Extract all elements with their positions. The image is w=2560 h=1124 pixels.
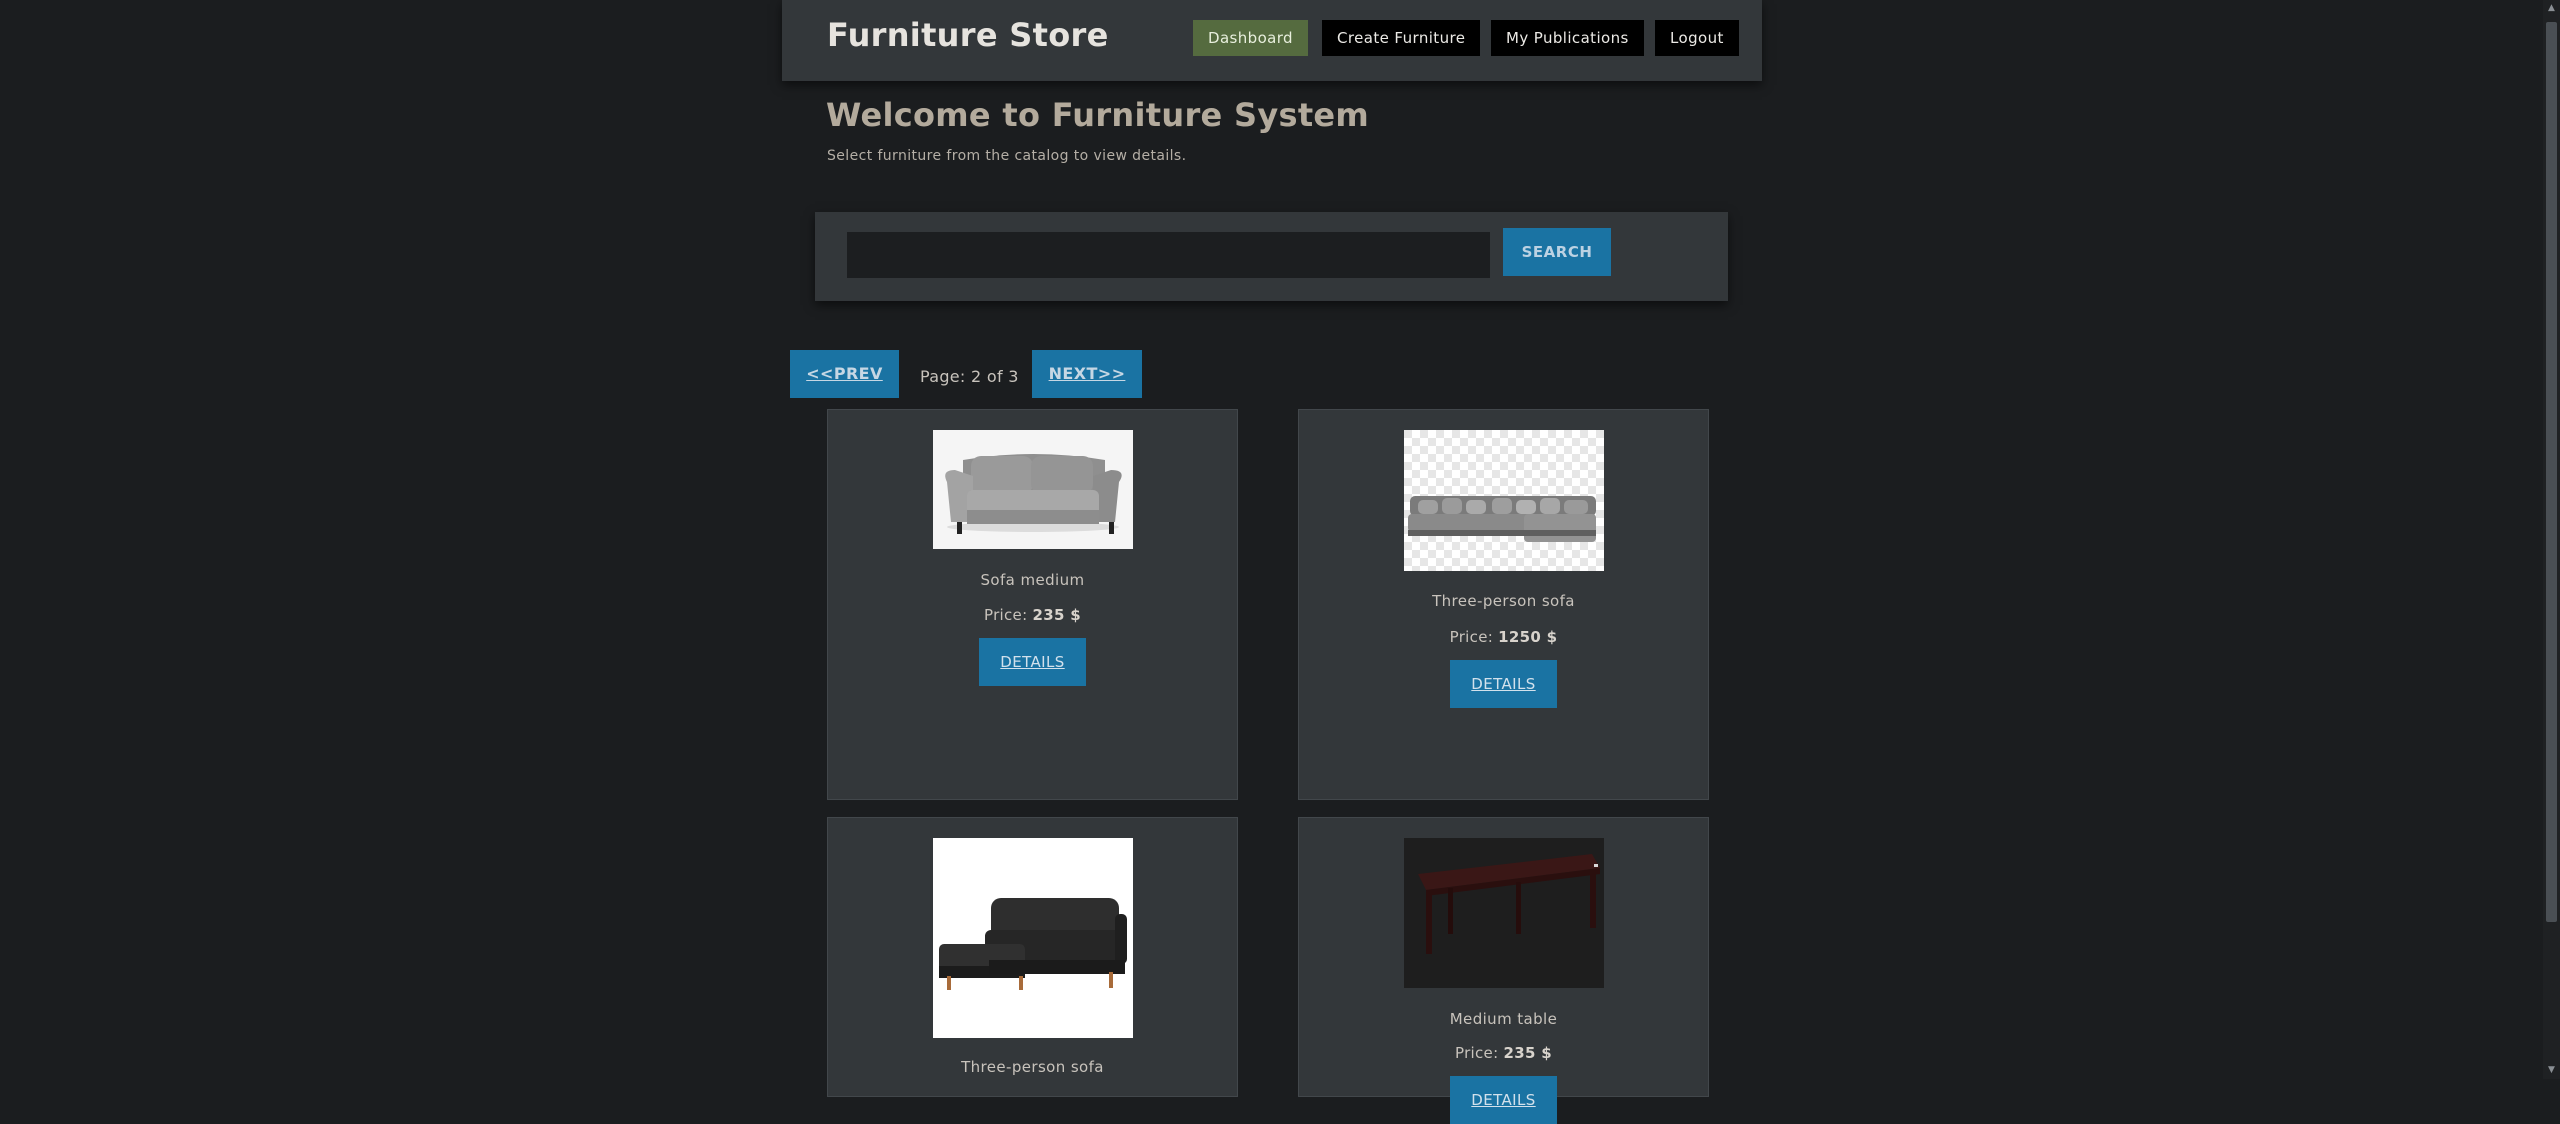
next-page-button[interactable]: NEXT>> xyxy=(1032,350,1142,398)
price-prefix: Price: xyxy=(1454,1044,1499,1062)
price-value: 1250 $ xyxy=(1498,628,1558,646)
nav-create-furniture-button[interactable]: Create Furniture xyxy=(1322,20,1481,56)
page-subtitle: Select furniture from the catalog to vie… xyxy=(827,148,1187,164)
furniture-card: Sofa medium Price: 235 $ DETAILS xyxy=(827,409,1238,800)
furniture-card: Three-person sofa xyxy=(827,817,1238,1097)
price-prefix: Price: xyxy=(983,606,1028,624)
details-button[interactable]: DETAILS xyxy=(1450,1076,1557,1124)
nav-my-publications-button[interactable]: My Publications xyxy=(1491,20,1644,56)
search-input[interactable] xyxy=(847,232,1490,278)
furniture-name: Sofa medium xyxy=(980,571,1085,589)
scroll-down-arrow-icon[interactable]: ▼ xyxy=(2543,1062,2560,1079)
search-panel: SEARCH xyxy=(815,212,1728,301)
furniture-card: Medium table Price: 235 $ DETAILS xyxy=(1298,817,1709,1124)
scrollbar-thumb[interactable] xyxy=(2546,22,2557,922)
page-title: Welcome to Furniture System xyxy=(826,96,1370,134)
price-value: 235 $ xyxy=(1503,1044,1552,1062)
furniture-card: Three-person sofa Price: 1250 $ DETAILS xyxy=(1298,409,1709,800)
furniture-name: Medium table xyxy=(1449,1010,1558,1028)
furniture-price: Price: 1250 $ xyxy=(1299,628,1708,646)
grey-sofa-image xyxy=(933,430,1133,549)
page-scrollbar[interactable]: ▲ ▼ xyxy=(2543,0,2560,1079)
search-button[interactable]: SEARCH xyxy=(1503,228,1611,276)
price-value: 235 $ xyxy=(1032,606,1081,624)
top-navbar: Furniture Store Dashboard Create Furnitu… xyxy=(782,0,1762,81)
scroll-up-arrow-icon[interactable]: ▲ xyxy=(2543,0,2560,17)
furniture-price: Price: 235 $ xyxy=(828,606,1237,624)
price-prefix: Price: xyxy=(1449,628,1494,646)
brand-title: Furniture Store xyxy=(827,16,1109,54)
page-indicator: Page: 2 of 3 xyxy=(920,367,1019,386)
details-button[interactable]: DETAILS xyxy=(979,638,1086,686)
dark-table-image xyxy=(1404,838,1604,988)
furniture-name: Three-person sofa xyxy=(1432,592,1575,610)
details-button[interactable]: DETAILS xyxy=(1450,660,1557,708)
sectional-sofa-image xyxy=(1404,430,1604,571)
furniture-name: Three-person sofa xyxy=(961,1058,1104,1076)
nav-logout-button[interactable]: Logout xyxy=(1655,20,1739,56)
furniture-price: Price: 235 $ xyxy=(1299,1044,1708,1062)
black-corner-sofa-image xyxy=(933,838,1133,1038)
nav-dashboard-button[interactable]: Dashboard xyxy=(1193,20,1308,56)
prev-page-button[interactable]: <<PREV xyxy=(790,350,899,398)
